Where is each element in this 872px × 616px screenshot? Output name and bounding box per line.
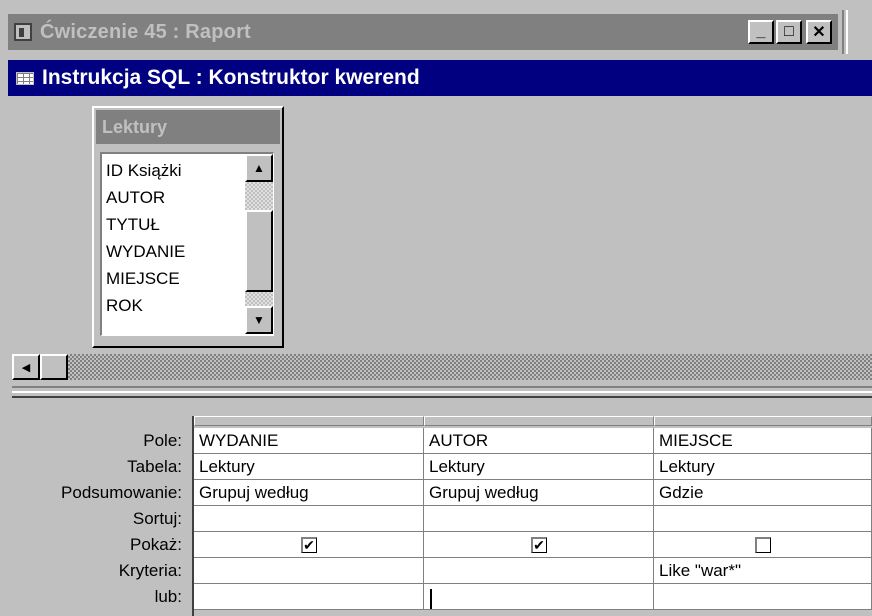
query-designer-titlebar[interactable]: Instrukcja SQL : Konstruktor kwerend <box>8 60 872 96</box>
design-grid[interactable]: Pole: Tabela: Podsumowanie: Sortuj: Poka… <box>12 398 872 616</box>
row-label-pole: Pole: <box>143 431 182 450</box>
show-checkbox[interactable]: ✔ <box>300 536 317 553</box>
field-list[interactable]: ID Książki AUTOR TYTUŁ WYDANIE MIEJSCE R… <box>100 152 274 336</box>
grid-cell-kryteria[interactable]: Like "war*" <box>654 558 872 584</box>
query-grid-icon <box>14 69 36 87</box>
field-list-scrollbar[interactable]: ▲ ▼ <box>245 154 273 334</box>
query-designer-title: Instrukcja SQL : Konstruktor kwerend <box>42 66 420 89</box>
grid-cell-tabela[interactable]: Lektury <box>654 454 872 480</box>
row-label-sortuj: Sortuj: <box>132 509 182 528</box>
table-field-list-window[interactable]: Lektury ID Książki AUTOR TYTUŁ WYDANIE M… <box>92 106 284 348</box>
table-window-title[interactable]: Lektury <box>96 110 280 144</box>
grid-cell-podsumowanie[interactable]: Gdzie <box>654 480 872 506</box>
grid-cell-kryteria[interactable] <box>424 558 654 584</box>
show-checkbox[interactable]: ✔ <box>530 536 547 553</box>
scroll-down-icon[interactable]: ▼ <box>245 306 273 334</box>
horizontal-scrollbar[interactable] <box>12 354 872 380</box>
column-selector[interactable] <box>194 416 424 426</box>
field-item[interactable]: ROK <box>106 293 143 319</box>
grid-cell-pokaz[interactable]: ✔ <box>194 532 424 558</box>
grid-cell-sortuj[interactable] <box>424 506 654 532</box>
window-frame-edge <box>842 10 872 54</box>
scroll-up-icon[interactable]: ▲ <box>245 154 273 182</box>
field-item[interactable]: AUTOR <box>106 185 165 211</box>
scroll-left-icon[interactable]: ◀ <box>12 354 40 380</box>
grid-cell-pokaz[interactable] <box>654 532 872 558</box>
grid-cell-tabela[interactable]: Lektury <box>424 454 654 480</box>
access-form-icon <box>14 23 32 41</box>
column-selector[interactable] <box>654 416 872 426</box>
row-label-kryteria: Kryteria: <box>118 561 182 580</box>
pane-splitter[interactable] <box>12 386 872 398</box>
scroll-thumb[interactable] <box>245 210 273 292</box>
window-controls: _ □ ✕ <box>748 20 832 44</box>
grid-cell-pokaz[interactable]: ✔ <box>424 532 654 558</box>
row-label-pokaz: Pokaż: <box>130 535 182 554</box>
show-checkbox[interactable] <box>754 536 771 553</box>
maximize-button[interactable]: □ <box>776 20 802 44</box>
grid-cell-pole[interactable]: AUTOR <box>424 428 654 454</box>
grid-cell-sortuj[interactable] <box>194 506 424 532</box>
horizontal-scroll-thumb[interactable] <box>40 354 68 380</box>
grid-cell-pole[interactable]: WYDANIE <box>194 428 424 454</box>
grid-cell-sortuj[interactable] <box>654 506 872 532</box>
table-pane[interactable]: Lektury ID Książki AUTOR TYTUŁ WYDANIE M… <box>12 100 872 380</box>
grid-cell-kryteria[interactable] <box>194 558 424 584</box>
grid-cell-lub[interactable] <box>654 584 872 610</box>
grid-cell-tabela[interactable]: Lektury <box>194 454 424 480</box>
field-item[interactable]: ID Książki <box>106 158 182 184</box>
field-item[interactable]: TYTUŁ <box>106 212 160 238</box>
minimize-button[interactable]: _ <box>748 20 774 44</box>
column-selector[interactable] <box>424 416 654 426</box>
field-item[interactable]: WYDANIE <box>106 239 185 265</box>
grid-cell-lub[interactable] <box>424 584 654 610</box>
field-item[interactable]: MIEJSCE <box>106 266 180 292</box>
row-label-podsumowanie: Podsumowanie: <box>61 483 182 502</box>
row-label-lub: lub: <box>154 587 182 606</box>
grid-cell-lub[interactable] <box>194 584 424 610</box>
background-window-title: Ćwiczenie 45 : Raport <box>40 20 251 43</box>
close-button[interactable]: ✕ <box>806 20 832 44</box>
grid-cell-podsumowanie[interactable]: Grupuj według <box>424 480 654 506</box>
grid-cell-podsumowanie[interactable]: Grupuj według <box>194 480 424 506</box>
grid-cell-pole[interactable]: MIEJSCE <box>654 428 872 454</box>
row-label-tabela: Tabela: <box>127 457 182 476</box>
text-cursor <box>430 589 432 609</box>
background-window-titlebar[interactable]: Ćwiczenie 45 : Raport _ □ ✕ <box>8 14 838 50</box>
